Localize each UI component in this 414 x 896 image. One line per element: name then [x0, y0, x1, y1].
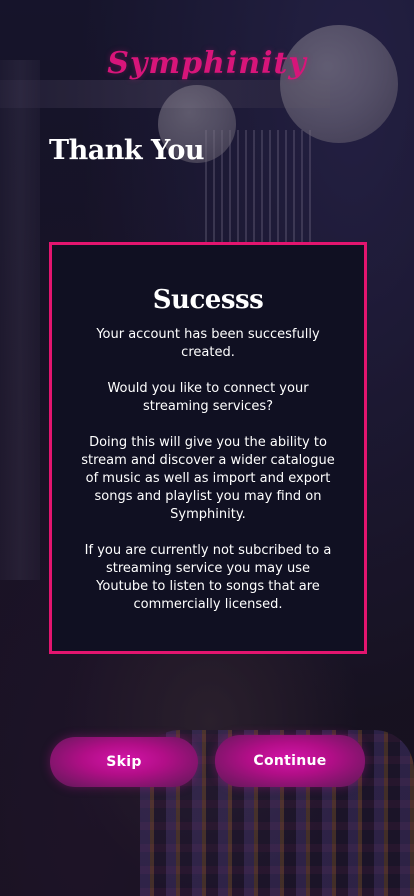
card-title: Sucesss [152, 285, 264, 315]
skip-button[interactable]: Skip [50, 737, 198, 787]
card-paragraph-connect-question: Would you like to connect your streaming… [107, 381, 309, 414]
success-card: Sucesss Your account has been succesfull… [49, 242, 367, 654]
skip-button-label: Skip [106, 754, 142, 770]
success-card-content: Sucesss Your account has been succesfull… [52, 245, 364, 651]
page-title: Thank You [49, 135, 205, 166]
card-paragraph-account-created: Your account has been succesfully create… [96, 327, 320, 360]
card-paragraph-benefits: Doing this will give you the ability to … [81, 435, 335, 522]
continue-button-label: Continue [253, 753, 327, 769]
app-logo: Symphinity [107, 46, 307, 81]
continue-button[interactable]: Continue [215, 735, 365, 787]
card-paragraph-youtube-info: If you are currently not subcribed to a … [84, 543, 332, 612]
onboarding-screen: Symphinity Thank You Sucesss Your accoun… [0, 0, 414, 896]
